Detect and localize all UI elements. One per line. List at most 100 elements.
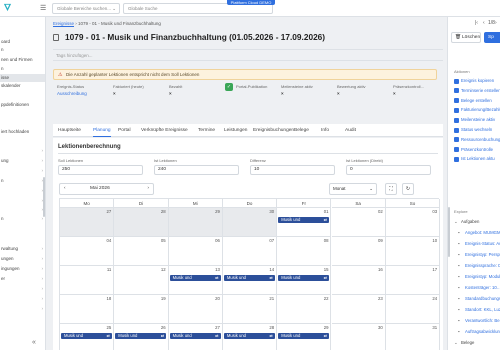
sidebar-item[interactable]: ungen ›	[0, 255, 45, 263]
calendar-day-cell[interactable]: 27	[60, 208, 115, 237]
tab-portal[interactable]: Portal	[118, 124, 131, 137]
calendar-day-cell[interactable]: 06	[168, 237, 223, 266]
calendar-day-cell[interactable]: 13 Musik und ⇄	[168, 266, 223, 295]
calendar-day-cell[interactable]: 04	[60, 237, 115, 266]
calendar-day-cell[interactable]: 24	[385, 295, 441, 324]
action-item[interactable]: Belege erstellen	[454, 97, 500, 105]
calendar-day-cell[interactable]: 27 Musik und ⇄	[169, 324, 223, 350]
calendar-event[interactable]: Musik und ⇄	[61, 333, 112, 339]
calendar-day-cell[interactable]: 01 Musik und ⇄	[277, 208, 332, 237]
calendar-day-cell[interactable]: 31	[386, 324, 441, 350]
sidebar-item[interactable]: ›	[0, 147, 45, 155]
calendar-event[interactable]: Musik und ⇄	[278, 275, 330, 281]
sidebar-item[interactable]: ›	[0, 167, 45, 175]
calendar-day-cell[interactable]: 14 Musik und ⇄	[222, 266, 278, 295]
tab-hauptseite[interactable]: Hauptseite	[58, 124, 81, 137]
prev-month-icon[interactable]: ‹	[64, 184, 66, 194]
explorer-item[interactable]: ▪ Ereignissprache: D	[454, 262, 500, 270]
calendar-event[interactable]: Musik und ⇄	[115, 333, 167, 339]
prev-record-icon[interactable]: ‹	[483, 20, 485, 26]
ist-lektionen-input[interactable]: 240	[154, 165, 239, 175]
sidebar-item[interactable]	[0, 110, 45, 118]
tab-ereignisbuchungen[interactable]: Ereignisbuchungen	[253, 124, 294, 137]
explorer-item[interactable]: ▪ Ereignistyp: Modul	[454, 273, 500, 281]
calendar-day-cell[interactable]: 21	[222, 295, 278, 324]
explorer-item[interactable]: ▪ Angebot: MUMGM	[454, 229, 500, 237]
calendar-event[interactable]: Musik und ⇄	[278, 333, 330, 339]
soll-lektionen-input[interactable]: 250	[58, 165, 143, 175]
action-item[interactable]: Ereignis kopieren	[454, 77, 500, 85]
calendar-day-cell[interactable]: 20	[168, 295, 223, 324]
calendar-day-cell[interactable]: 22	[277, 295, 332, 324]
calendar-day-cell[interactable]: 28 Musik und ⇄	[223, 324, 278, 350]
action-item[interactable]: Ist Lektionen aktu	[454, 155, 500, 163]
sidebar-item[interactable]: er ›	[0, 275, 45, 283]
sidebar-item[interactable]: ›	[0, 295, 45, 303]
month-label[interactable]: Mai 2026	[90, 184, 110, 194]
calendar-day-cell[interactable]: 29	[168, 208, 223, 237]
sidebar-item[interactable]: oard	[0, 38, 45, 46]
explorer-item[interactable]: ▪ Standort: KKL, Luz	[454, 306, 500, 314]
tab-audit[interactable]: Audit	[345, 124, 356, 137]
status-value-link[interactable]: Ausschreibung	[57, 91, 87, 96]
calendar-day-cell[interactable]: 09	[331, 237, 386, 266]
calendar-day-cell[interactable]: 25 Musik und ⇄	[60, 324, 115, 350]
calendar-day-cell[interactable]: 17	[385, 266, 441, 295]
explorer-item[interactable]: ▪ Standardbuchungs	[454, 295, 500, 303]
sidebar-item[interactable]: skalender	[0, 82, 45, 90]
sidebar-item[interactable]: ›	[0, 206, 45, 214]
action-item[interactable]: Ressourcenbuchungen	[454, 136, 500, 144]
calendar-day-cell[interactable]: 11	[60, 266, 115, 295]
explorer-item[interactable]: ▪ Auftragsabwicklung	[454, 328, 500, 336]
explorer-item[interactable]: ▪ Verantwortlich: Be	[454, 317, 500, 325]
calendar-day-cell[interactable]: 08	[277, 237, 332, 266]
sidebar-item[interactable]: n	[0, 65, 45, 73]
sidebar-item[interactable]: isse	[0, 74, 45, 82]
explorer-item[interactable]: ⌄ Belege	[454, 339, 500, 347]
calendar-day-cell[interactable]: 23	[331, 295, 386, 324]
sidebar-item[interactable]: ppdefinitionen	[0, 101, 45, 109]
explorer-item[interactable]: ▪ Ereignistyp: Persp	[454, 251, 500, 259]
sidebar-item[interactable]: ›	[0, 187, 45, 195]
calendar-day-cell[interactable]: 12	[114, 266, 169, 295]
calendar-day-cell[interactable]: 15 Musik und ⇄	[277, 266, 332, 295]
sidebar-item[interactable]: ›	[0, 285, 45, 293]
calendar-day-cell[interactable]: 07	[222, 237, 278, 266]
calendar-day-cell[interactable]: 26 Musik und ⇄	[114, 324, 169, 350]
action-item[interactable]: Präsenzkontrolle	[454, 146, 500, 154]
action-item[interactable]: Meilensteine aktiv	[454, 116, 500, 124]
calendar-event[interactable]: Musik und ⇄	[278, 217, 330, 223]
next-month-icon[interactable]: ›	[147, 184, 149, 194]
explorer-item[interactable]: ▪ Kostenträger: 10…	[454, 284, 500, 292]
save-button[interactable]: Sp	[484, 32, 500, 43]
sidebar-item[interactable]: n›	[0, 215, 45, 223]
tab-leistungen[interactable]: Leistungen	[224, 124, 247, 137]
calendar-day-cell[interactable]: 30	[332, 324, 386, 350]
action-item[interactable]: Terminserie erstellen	[454, 87, 500, 95]
collapse-sidebar-icon[interactable]: «	[32, 339, 36, 346]
sidebar-item[interactable]: iert hochladen	[0, 128, 45, 136]
area-search-input[interactable]: Globale Bereiche suchen... ⌄	[52, 3, 120, 14]
sidebar-scrollbar[interactable]	[43, 177, 45, 217]
sidebar-item[interactable]: n›	[0, 177, 45, 185]
tab-verknüpfte-ereignisse[interactable]: Verknüpfte Ereignisse	[141, 124, 188, 137]
action-item[interactable]: Status wechseln	[454, 126, 500, 134]
sidebar-item[interactable]	[0, 120, 45, 128]
differenz-input[interactable]: 10	[250, 165, 335, 175]
calendar-day-cell[interactable]: 30	[222, 208, 278, 237]
sidebar-item[interactable]: ›	[0, 305, 45, 313]
calendar-event[interactable]: Musik und ⇄	[223, 275, 275, 281]
fullscreen-icon[interactable]: ⛶	[385, 183, 397, 195]
delete-button[interactable]: 🗑 Löschen	[451, 32, 481, 43]
explorer-item[interactable]: ▪ Ereignis-Status: Au	[454, 240, 500, 248]
sidebar-item[interactable]	[0, 138, 45, 146]
calendar-event[interactable]: Musik und ⇄	[169, 333, 221, 339]
sidebar-item[interactable]	[0, 91, 45, 99]
calendar-day-cell[interactable]: 28	[114, 208, 169, 237]
sidebar-item[interactable]: ›	[0, 197, 45, 205]
calendar-event[interactable]: Musik und ⇄	[223, 333, 275, 339]
view-select[interactable]: Monat ⌄	[329, 183, 377, 195]
tags-input[interactable]: Tags hinzufügen...	[53, 49, 443, 61]
calendar-day-cell[interactable]: 03	[385, 208, 441, 237]
tab-termine[interactable]: Termine	[198, 124, 215, 137]
